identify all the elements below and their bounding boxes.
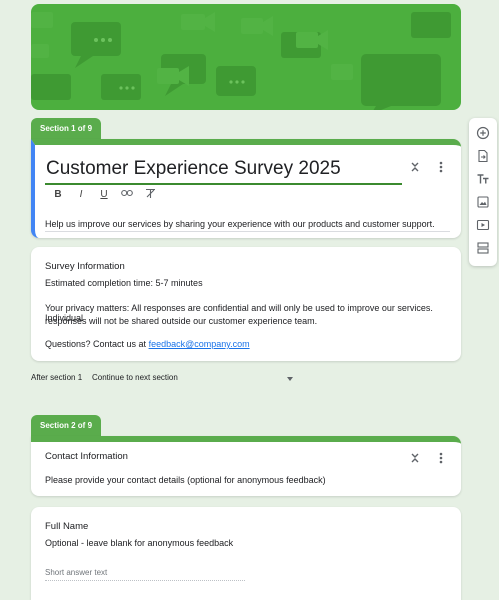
section-2-more-options-button[interactable] [434,452,448,466]
add-video-icon [476,219,490,231]
clear-formatting-icon [145,188,155,198]
more-options-button[interactable] [434,161,448,175]
more-vert-icon [439,161,443,173]
add-title-icon [477,174,489,184]
floating-toolbar [469,118,497,266]
dropdown-arrow-icon [287,377,293,381]
header-banner [31,4,461,110]
short-answer-field[interactable]: Short answer text [45,568,245,581]
add-section-button[interactable] [476,241,490,255]
contact-email-link[interactable]: feedback@company.com [149,339,250,349]
after-section-select-value: Continue to next section [92,373,178,382]
add-question-icon [476,126,490,140]
after-section-select[interactable]: Continue to next section [92,370,296,386]
bold-button[interactable]: B [51,188,65,202]
form-description-input[interactable]: Help us improve our services by sharing … [45,219,450,232]
italic-button[interactable]: I [74,188,88,202]
section-2-description[interactable]: Please provide your contact details (opt… [45,475,326,485]
add-question-button[interactable] [476,126,490,140]
section-1-header-card[interactable]: Customer Experience Survey 2025 B I U He… [31,139,461,238]
section-2-title[interactable]: Contact Information [45,451,128,462]
form-title-input[interactable]: Customer Experience Survey 2025 [45,155,402,185]
add-section-icon [477,242,489,254]
clear-formatting-button[interactable] [143,188,157,202]
collapse-icon [411,453,419,463]
add-video-button[interactable] [476,218,490,232]
survey-information-card[interactable]: Survey Information Estimated completion … [31,247,461,361]
contact-prefix: Questions? Contact us at [45,339,149,349]
survey-info-title: Survey Information [45,261,125,272]
add-title-button[interactable] [476,172,490,186]
underline-button[interactable]: U [97,188,111,202]
section-tab-2: Section 2 of 9 [31,415,102,437]
add-image-button[interactable] [476,195,490,209]
section-tab-1: Section 1 of 9 [31,118,102,140]
link-button[interactable] [120,188,134,202]
question-description: Optional - leave blank for anonymous fee… [45,538,234,548]
completion-time-text: Estimated completion time: 5-7 minutes [45,278,203,288]
section-2-header-card[interactable]: Contact Information Please provide your … [31,436,461,496]
import-questions-button[interactable] [476,149,490,163]
question-title: Full Name [45,521,89,532]
privacy-text-line-2: responses will not be shared outside our… [45,316,318,326]
more-vert-icon [439,452,443,464]
contact-text: Questions? Contact us at feedback@compan… [45,339,250,349]
formatting-toolbar: B I U [51,188,157,202]
link-icon [121,189,133,197]
after-section-label: After section 1 [31,373,83,382]
collapse-section-button[interactable] [408,161,422,175]
add-image-icon [477,196,489,208]
full-name-question-card[interactable]: Full Name Optional - leave blank for ano… [31,507,461,600]
collapse-section-2-button[interactable] [408,452,422,466]
import-questions-icon [478,149,488,163]
chat-bubbles-pattern [31,12,451,110]
collapse-icon [411,162,419,172]
